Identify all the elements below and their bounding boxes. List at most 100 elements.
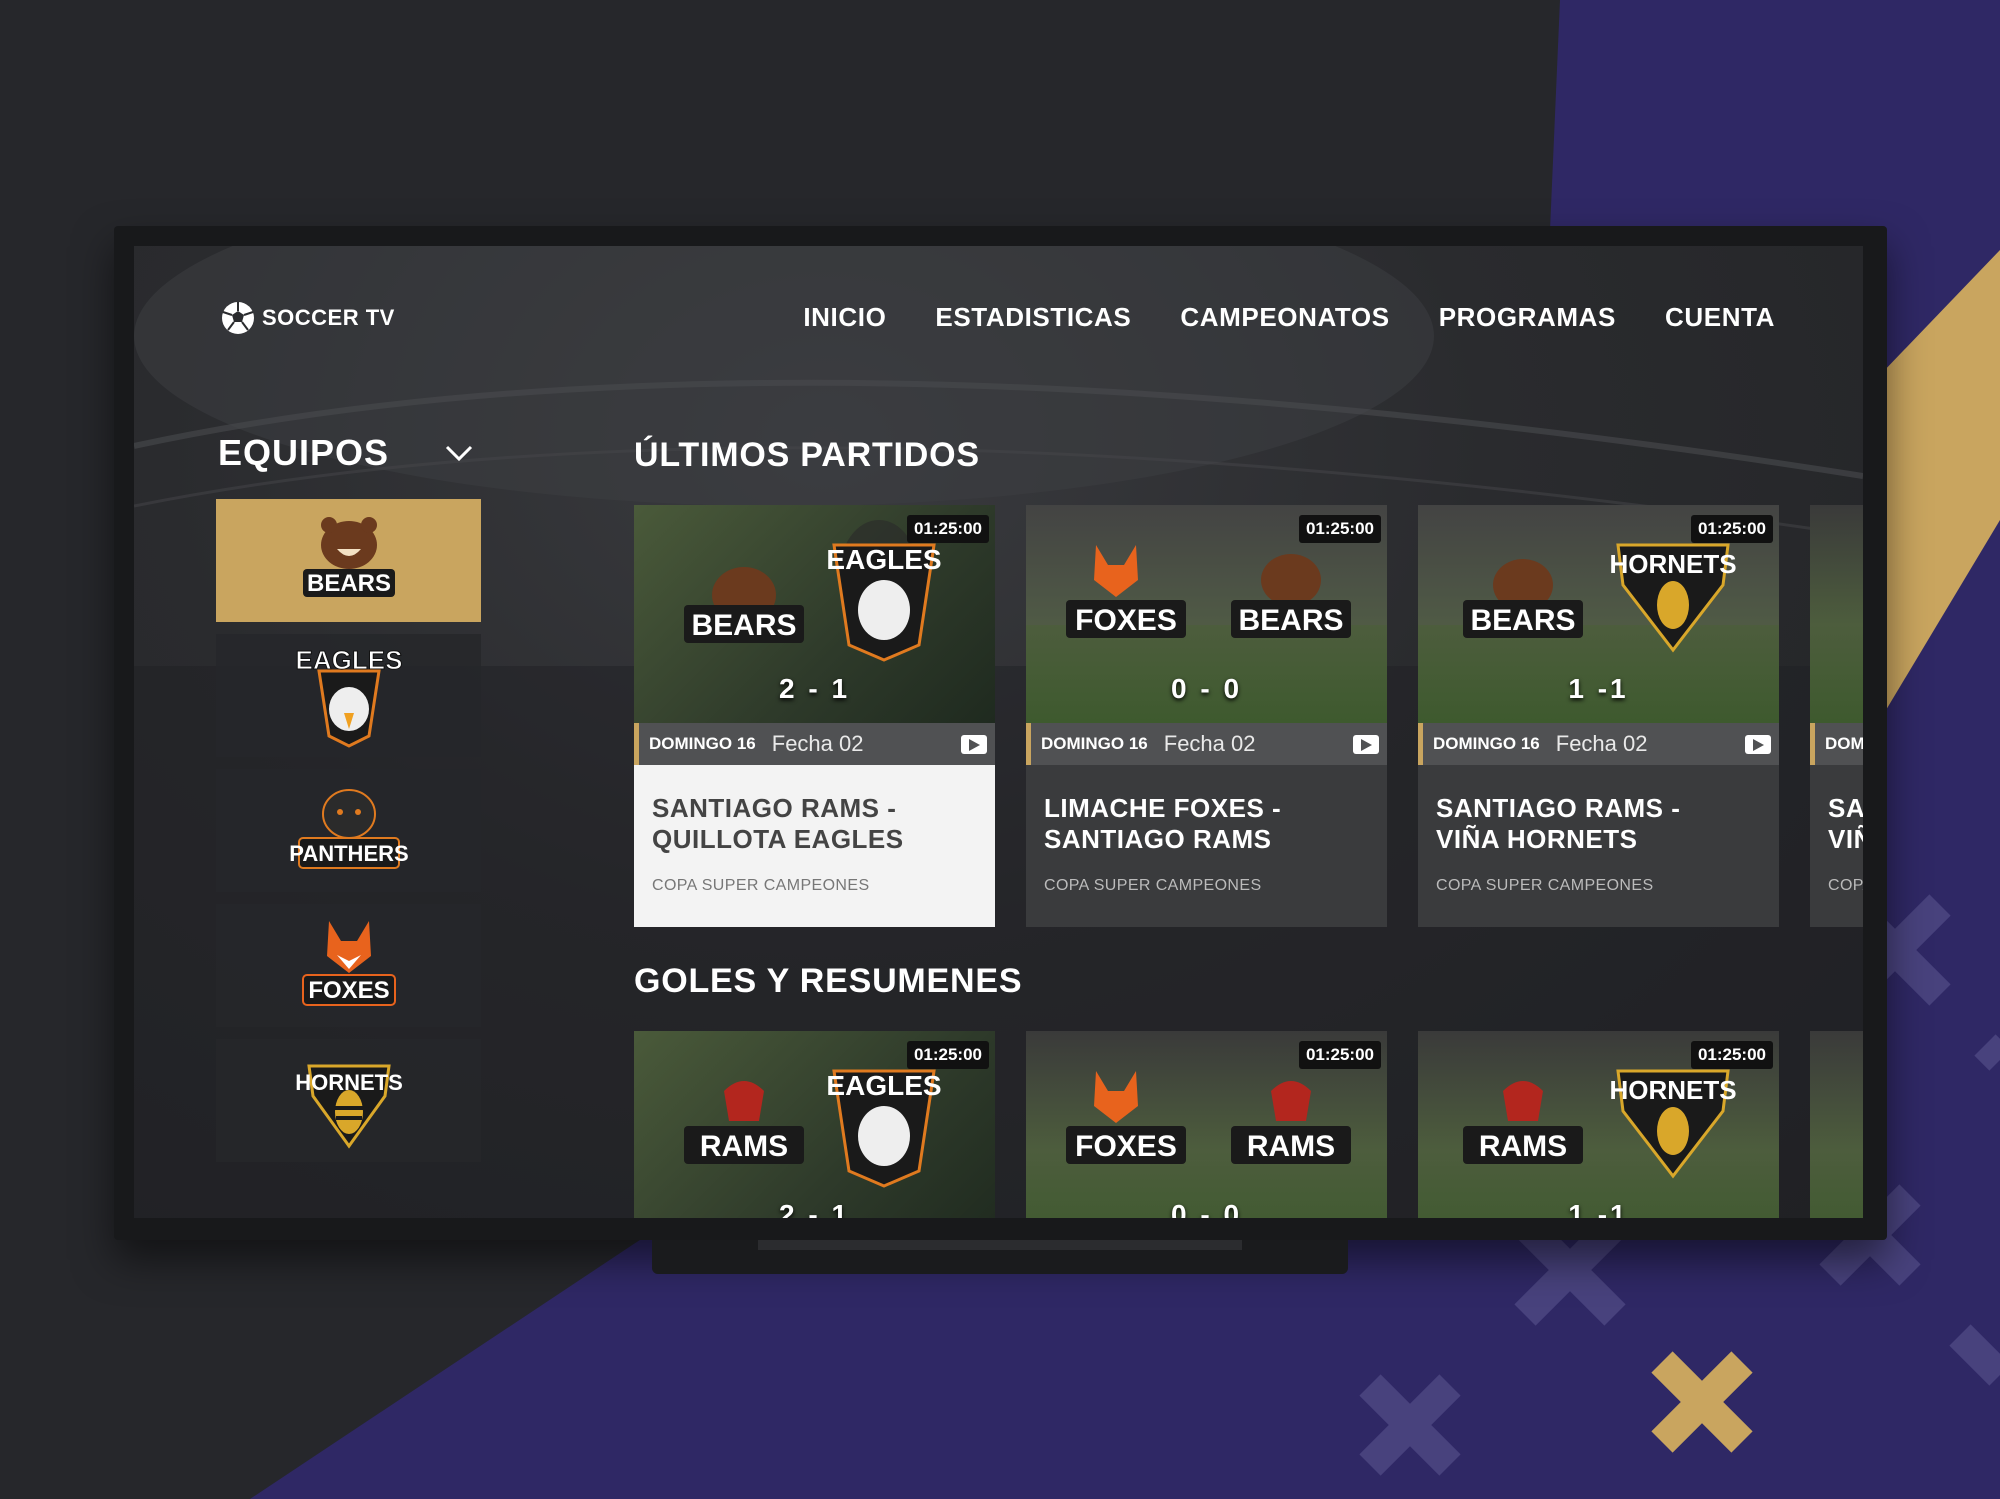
tv-screen: SOCCER TV INICIO ESTADISTICAS CAMPEONATO… (134, 246, 1863, 1218)
svg-text:BEARS: BEARS (1238, 604, 1343, 637)
highlights-row: RAMS EAGLES 01:25:00 2 - 1 FOXES RAMS 01… (634, 1031, 1863, 1218)
play-icon[interactable] (961, 735, 987, 754)
match-card[interactable]: FOXES BEARS 01:25:00 0 - 0 DOMINGO 16 Fe… (1026, 505, 1387, 927)
chevron-down-icon[interactable] (444, 438, 474, 468)
svg-text:BEARS: BEARS (691, 609, 796, 642)
play-icon[interactable] (1353, 735, 1379, 754)
svg-text:HORNETS: HORNETS (295, 1070, 403, 1095)
play-icon[interactable] (1745, 735, 1771, 754)
team-item-eagles[interactable]: EAGLES (216, 634, 481, 757)
match-competition: COPA (1828, 877, 1863, 894)
team-item-foxes[interactable]: FOXES (216, 904, 481, 1027)
team-item-bears[interactable]: BEARS (216, 499, 481, 622)
match-competition: COPA SUPER CAMPEONES (1044, 877, 1262, 894)
svg-text:HORNETS: HORNETS (1609, 549, 1736, 579)
highlight-thumbnail: FOXES RAMS 01:25:00 0 - 0 (1026, 1031, 1387, 1218)
duration-badge: 01:25:00 (906, 1041, 989, 1069)
svg-text:RAMS: RAMS (1247, 1130, 1335, 1163)
match-title-line2: VIÑA HORNETS (1436, 824, 1638, 854)
svg-text:PANTHERS: PANTHERS (289, 841, 408, 866)
eagle-icon: EAGLES (295, 644, 402, 748)
svg-text:EAGLES: EAGLES (826, 1070, 941, 1101)
match-meta: DOMINGO 16 Fecha 02 (1026, 723, 1387, 765)
nav-inicio[interactable]: INICIO (803, 302, 886, 333)
teams-title[interactable]: EQUIPOS (218, 432, 389, 474)
match-title-line1: SANTIAGO RAMS - (1436, 793, 1681, 823)
svg-text:EAGLES: EAGLES (826, 544, 941, 575)
team-item-hornets[interactable]: HORNETS (216, 1039, 481, 1162)
svg-text:FOXES: FOXES (1075, 1130, 1177, 1163)
svg-text:FOXES: FOXES (308, 977, 389, 1004)
match-fecha: Fecha 02 (1555, 731, 1648, 756)
highlight-card[interactable]: RAMS EAGLES 01:25:00 2 - 1 (634, 1031, 995, 1218)
duration-badge: 01:25:00 (1690, 1041, 1773, 1069)
highlight-thumbnail: RAMS HORNETS 01:25:00 1 -1 (1418, 1031, 1779, 1218)
bear-icon: BEARS (302, 516, 395, 597)
match-meta: DOMINGO 16 Fecha 02 (634, 723, 995, 765)
match-title-line1: SANTIAGO RAMS - (652, 793, 897, 823)
match-info: SANTIAGO RAMS - QUILLOTA EAGLES COPA SUP… (634, 765, 995, 927)
match-score: 2 - 1 (778, 673, 851, 704)
panther-icon: PANTHERS (289, 788, 408, 869)
match-competition: COPA SUPER CAMPEONES (652, 877, 870, 894)
latest-matches-title: ÚLTIMOS PARTIDOS (634, 436, 980, 474)
match-info: SAI VIÑ COPA (1810, 765, 1863, 927)
app-name: SOCCER TV (262, 305, 395, 330)
match-title-line1: LIMACHE FOXES - (1044, 793, 1282, 823)
match-day: DOMINGO 16 (649, 734, 756, 753)
highlight-card[interactable] (1810, 1031, 1863, 1218)
match-card[interactable]: DOMI SAI VIÑ COPA (1810, 505, 1863, 927)
match-score: 0 - 0 (1170, 1199, 1243, 1218)
svg-text:HORNETS: HORNETS (1609, 1075, 1736, 1105)
match-thumbnail (1810, 505, 1863, 723)
highlights-title: GOLES Y RESUMENES (634, 962, 1023, 1000)
match-score: 2 - 1 (778, 1199, 851, 1218)
svg-text:BEARS: BEARS (306, 570, 390, 597)
nav-cuenta[interactable]: CUENTA (1665, 302, 1775, 333)
highlight-thumbnail (1810, 1031, 1863, 1218)
match-fecha: Fecha 02 (771, 731, 864, 756)
match-info: LIMACHE FOXES - SANTIAGO RAMS COPA SUPER… (1026, 765, 1387, 927)
match-fecha: Fecha 02 (1163, 731, 1256, 756)
duration-badge: 01:25:00 (1298, 515, 1381, 543)
fox-icon: FOXES (301, 920, 396, 1006)
match-score: 0 - 0 (1170, 673, 1243, 704)
match-title-line2: SANTIAGO RAMS (1044, 824, 1272, 854)
duration-badge: 01:25:00 (906, 515, 989, 543)
match-thumbnail: BEARS HORNETS 01:25:00 1 -1 (1418, 505, 1779, 723)
nav-campeonatos[interactable]: CAMPEONATOS (1180, 302, 1389, 333)
nav-programas[interactable]: PROGRAMAS (1439, 302, 1616, 333)
svg-text:FOXES: FOXES (1075, 604, 1177, 637)
match-meta: DOMINGO 16 Fecha 02 (1418, 723, 1779, 765)
match-info: SANTIAGO RAMS - VIÑA HORNETS COPA SUPER … (1418, 765, 1779, 927)
app-logo[interactable]: SOCCER TV (220, 300, 395, 336)
team-list: BEARS EAGLES PANTHERS FOXES HORNETS (216, 499, 481, 1174)
duration-badge: 01:25:00 (1298, 1041, 1381, 1069)
highlight-thumbnail: RAMS EAGLES 01:25:00 2 - 1 (634, 1031, 995, 1218)
match-title-line2: QUILLOTA EAGLES (652, 824, 904, 854)
nav-estadisticas[interactable]: ESTADISTICAS (935, 302, 1131, 333)
svg-text:RAMS: RAMS (1479, 1130, 1567, 1163)
match-title-line1: SAI (1828, 793, 1863, 823)
team-item-panthers[interactable]: PANTHERS (216, 769, 481, 892)
highlight-card[interactable]: FOXES RAMS 01:25:00 0 - 0 (1026, 1031, 1387, 1218)
latest-matches-row: BEARS EAGLES 01:25:00 2 - 1 DOMINGO 16 F… (634, 505, 1863, 927)
match-card[interactable]: BEARS EAGLES 01:25:00 2 - 1 DOMINGO 16 F… (634, 505, 995, 927)
match-meta: DOMI (1810, 723, 1863, 765)
svg-text:EAGLES: EAGLES (295, 645, 402, 675)
match-day: DOMINGO 16 (1041, 734, 1148, 753)
hornet-icon: HORNETS (295, 1064, 403, 1149)
match-score: 1 -1 (1568, 1199, 1629, 1218)
match-thumbnail: BEARS EAGLES 01:25:00 2 - 1 (634, 505, 995, 723)
svg-text:RAMS: RAMS (700, 1130, 788, 1163)
match-title-line2: VIÑ (1828, 824, 1863, 854)
main-nav: INICIO ESTADISTICAS CAMPEONATOS PROGRAMA… (803, 302, 1775, 333)
soccer-ball-icon (222, 302, 254, 334)
highlight-card[interactable]: RAMS HORNETS 01:25:00 1 -1 (1418, 1031, 1779, 1218)
match-thumbnail: FOXES BEARS 01:25:00 0 - 0 (1026, 505, 1387, 723)
duration-badge: 01:25:00 (1690, 515, 1773, 543)
tv-stand-neck (758, 1240, 1242, 1250)
svg-text:BEARS: BEARS (1470, 604, 1575, 637)
match-card[interactable]: BEARS HORNETS 01:25:00 1 -1 DOMINGO 16 F… (1418, 505, 1779, 927)
match-score: 1 -1 (1568, 673, 1629, 704)
